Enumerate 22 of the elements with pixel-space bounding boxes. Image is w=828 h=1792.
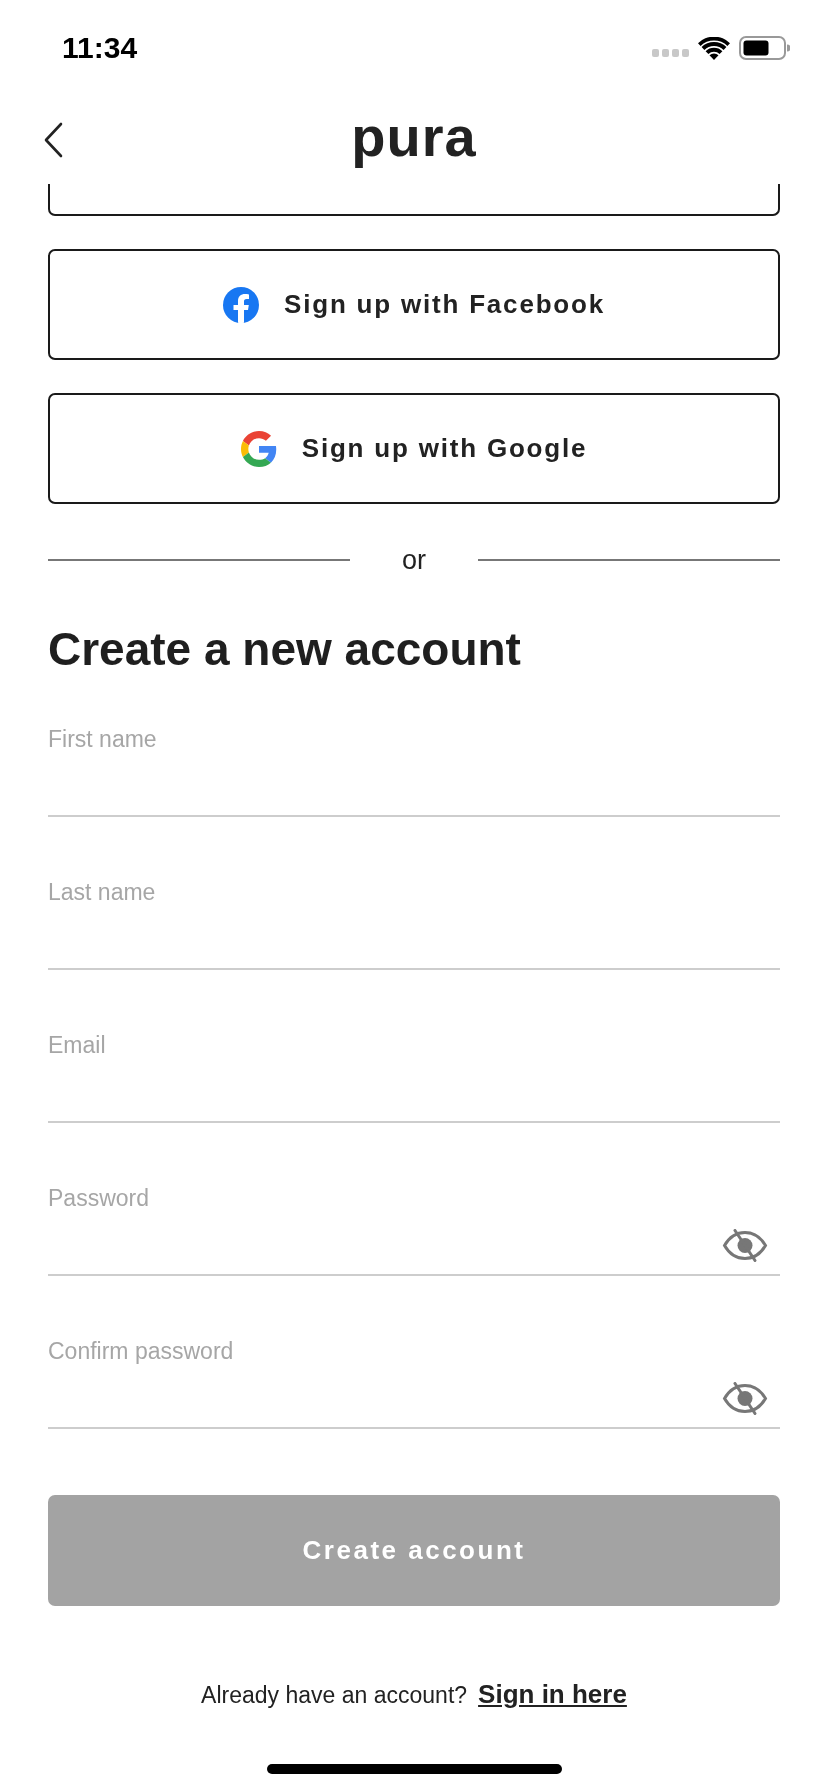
chevron-left-icon[interactable] — [43, 122, 63, 158]
battery-icon — [739, 36, 790, 60]
wifi-icon — [698, 36, 730, 60]
eye-slash-icon[interactable] — [722, 1228, 768, 1262]
facebook-icon — [223, 286, 260, 323]
field-label: Confirm password — [48, 1337, 234, 1365]
cut-off-button[interactable] — [48, 184, 780, 216]
eye-slash-icon[interactable] — [722, 1381, 768, 1415]
facebook-signup-button[interactable]: Sign up with Facebook — [48, 249, 780, 360]
field-label: Last name — [48, 878, 156, 906]
field-label: Email — [48, 1031, 106, 1059]
divider-text: or — [402, 544, 426, 577]
field-label: Password — [48, 1184, 149, 1212]
logo: pura — [351, 107, 477, 170]
form-heading: Create a new account — [48, 622, 522, 677]
google-icon — [240, 430, 277, 467]
signin-link[interactable]: Sign in here — [478, 1676, 627, 1712]
field-label: First name — [48, 725, 157, 753]
status-time: 11:34 — [62, 30, 138, 66]
google-signup-button[interactable]: Sign up with Google — [48, 393, 780, 504]
cellular-signal-icon — [652, 49, 689, 57]
signin-prompt: Already have an account? — [201, 1681, 468, 1710]
